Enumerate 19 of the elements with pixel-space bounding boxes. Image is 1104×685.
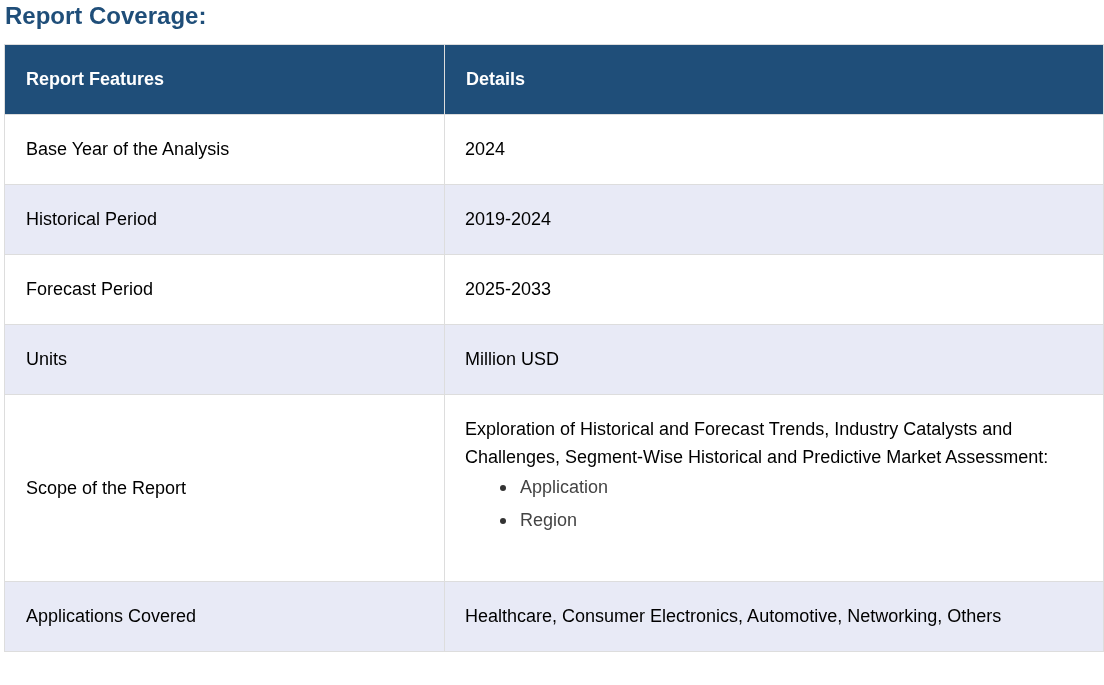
table-cell: 2024 [444,114,1104,185]
table-cell: Historical Period [4,184,445,255]
table-cell: Healthcare, Consumer Electronics, Automotive, Networking, Others [444,581,1104,652]
table-cell: 2019-2024 [444,184,1104,255]
list-item: Application [520,476,609,499]
table-cell: Units [4,324,445,395]
table-cell-text: Exploration of Historical and Forecast Trends, Industry Catalysts and Challenges, Segment-Wise Historical and Predictive Market Assessment: [465,418,1050,469]
table-cell: 2025-2033 [444,254,1104,325]
section-heading: Report Coverage: [5,1,208,31]
bullet-icon [500,517,506,524]
table-cell: Million USD [444,324,1104,395]
table-cell: Base Year of the Analysis [4,114,445,185]
column-header: Details [444,44,1104,115]
table-cell: Applications Covered [4,581,445,652]
table-cell: Scope of the Report [4,394,445,582]
bullet-icon [500,484,506,491]
list-item: Region [520,509,578,532]
table-cell: Forecast Period [4,254,445,325]
column-header: Report Features [4,44,445,115]
